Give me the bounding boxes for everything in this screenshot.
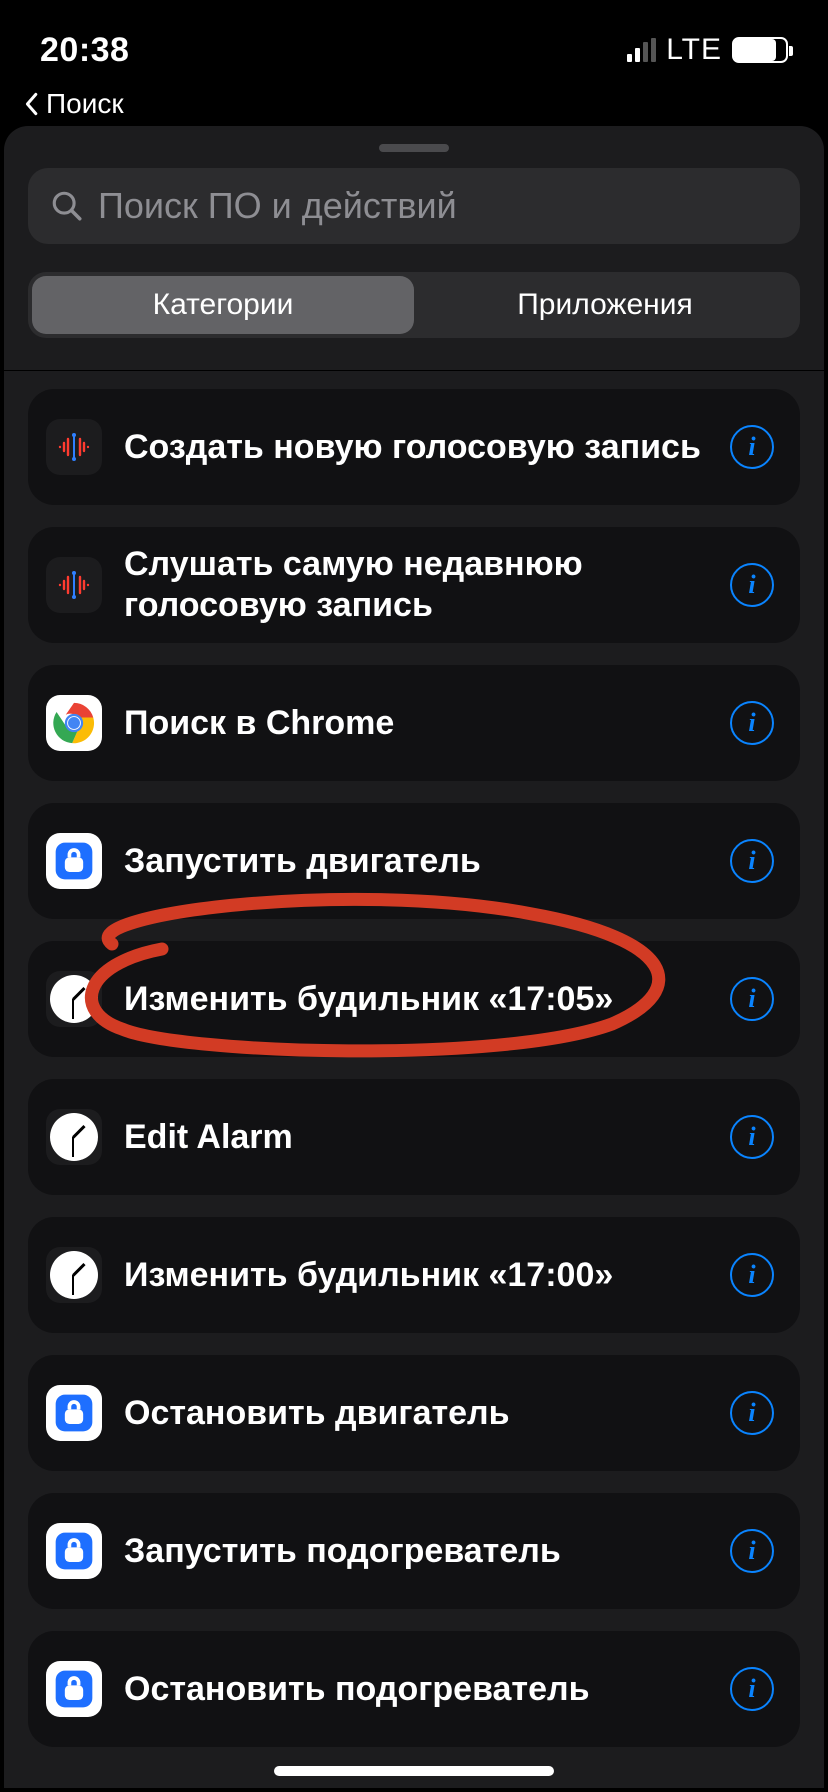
search-input[interactable] bbox=[98, 185, 778, 227]
segmented-control: Категории Приложения bbox=[28, 272, 800, 338]
clock-icon bbox=[46, 1109, 102, 1165]
info-button[interactable]: i bbox=[730, 977, 774, 1021]
action-row[interactable]: Edit Alarm i bbox=[28, 1079, 800, 1195]
info-button[interactable]: i bbox=[730, 1529, 774, 1573]
clock-icon bbox=[46, 1247, 102, 1303]
info-button[interactable]: i bbox=[730, 1115, 774, 1159]
home-indicator[interactable] bbox=[274, 1766, 554, 1776]
action-label: Остановить двигатель bbox=[124, 1393, 708, 1434]
network-type: LTE bbox=[666, 33, 722, 67]
clock-icon bbox=[46, 971, 102, 1027]
action-row[interactable]: Поиск в Chrome i bbox=[28, 665, 800, 781]
info-button[interactable]: i bbox=[730, 839, 774, 883]
chrome-icon bbox=[46, 695, 102, 751]
actions-list: Создать новую голосовую запись i Слушать … bbox=[4, 371, 824, 1765]
lock-icon bbox=[46, 1661, 102, 1717]
action-label: Запустить подогреватель bbox=[124, 1531, 708, 1572]
action-label: Поиск в Chrome bbox=[124, 703, 708, 744]
status-right: LTE bbox=[627, 33, 788, 67]
voice-memos-icon bbox=[46, 557, 102, 613]
status-bar: 20:38 LTE bbox=[0, 0, 828, 88]
search-field[interactable] bbox=[28, 168, 800, 244]
info-button[interactable]: i bbox=[730, 1391, 774, 1435]
cellular-signal-icon bbox=[627, 38, 656, 62]
action-label: Edit Alarm bbox=[124, 1117, 708, 1158]
segment-categories[interactable]: Категории bbox=[32, 276, 414, 334]
info-button[interactable]: i bbox=[730, 425, 774, 469]
back-to-app[interactable]: Поиск bbox=[0, 88, 828, 126]
info-button[interactable]: i bbox=[730, 1667, 774, 1711]
segment-apps[interactable]: Приложения bbox=[414, 276, 796, 334]
action-row[interactable]: Слушать самую недавнюю голосовую запись i bbox=[28, 527, 800, 643]
action-row[interactable]: Изменить будильник «17:05» i bbox=[28, 941, 800, 1057]
status-time: 20:38 bbox=[40, 31, 129, 70]
action-row[interactable]: Остановить двигатель i bbox=[28, 1355, 800, 1471]
segment-categories-label: Категории bbox=[153, 288, 294, 322]
action-row[interactable]: Запустить подогреватель i bbox=[28, 1493, 800, 1609]
action-row[interactable]: Изменить будильник «17:00» i bbox=[28, 1217, 800, 1333]
info-button[interactable]: i bbox=[730, 701, 774, 745]
action-label: Слушать самую недавнюю голосовую запись bbox=[124, 544, 708, 626]
chevron-left-icon bbox=[22, 92, 40, 116]
action-label: Запустить двигатель bbox=[124, 841, 708, 882]
action-label: Изменить будильник «17:05» bbox=[124, 979, 708, 1020]
action-label: Создать новую голосовую запись bbox=[124, 427, 708, 468]
lock-icon bbox=[46, 833, 102, 889]
search-icon bbox=[50, 189, 84, 223]
back-to-app-label: Поиск bbox=[46, 88, 124, 120]
voice-memos-icon bbox=[46, 419, 102, 475]
info-button[interactable]: i bbox=[730, 1253, 774, 1297]
segment-apps-label: Приложения bbox=[517, 288, 693, 322]
action-row[interactable]: Запустить двигатель i bbox=[28, 803, 800, 919]
action-row[interactable]: Остановить подогреватель i bbox=[28, 1631, 800, 1747]
battery-icon bbox=[732, 37, 788, 63]
action-label: Остановить подогреватель bbox=[124, 1669, 708, 1710]
sheet-grabber[interactable] bbox=[379, 144, 449, 152]
lock-icon bbox=[46, 1523, 102, 1579]
info-button[interactable]: i bbox=[730, 563, 774, 607]
action-label: Изменить будильник «17:00» bbox=[124, 1255, 708, 1296]
lock-icon bbox=[46, 1385, 102, 1441]
actions-sheet: Категории Приложения Создать новую голос… bbox=[4, 126, 824, 1788]
action-row[interactable]: Создать новую голосовую запись i bbox=[28, 389, 800, 505]
